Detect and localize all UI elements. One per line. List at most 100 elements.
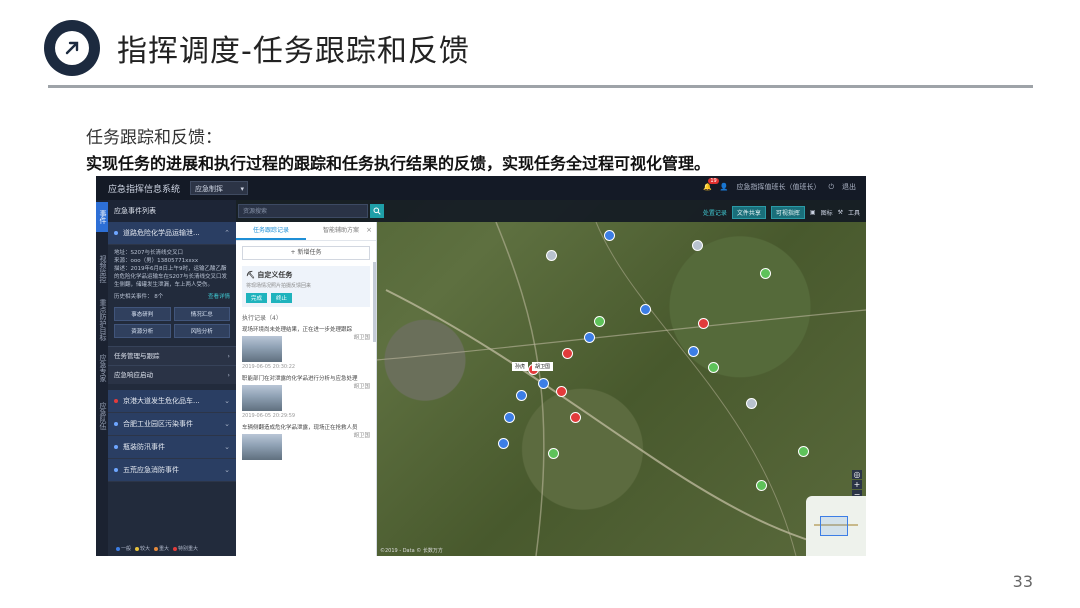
zoom-in-button[interactable]: + (852, 480, 862, 489)
chevron-up-icon: ⌃ (224, 229, 230, 237)
search-button[interactable] (370, 204, 384, 218)
icon-button[interactable]: 图标 (821, 208, 833, 217)
event-title: 五荒应急消防事件 (123, 466, 179, 474)
visual-command-button[interactable]: 可视指挥 (770, 206, 805, 219)
user-name[interactable]: 应急指挥值班长（值班长） (736, 182, 820, 192)
legend-item: 重大 (154, 545, 169, 552)
map-marker-icon[interactable] (798, 446, 809, 457)
record-author: 胡卫国 (353, 433, 370, 439)
event-sidebar: 应急事件列表 道路危险化学品运输泄... ⌃ 地址：S207与长清线交叉口 来源：… (108, 200, 236, 556)
map-marker-icon[interactable] (604, 230, 615, 241)
map-marker-icon[interactable] (746, 398, 757, 409)
terminate-button[interactable]: 终止 (271, 293, 293, 303)
tab-task-records[interactable]: 任务跟踪记录 (236, 222, 306, 240)
records-header: 执行记录（4） (242, 315, 282, 322)
vtab-event[interactable]: 事件 (96, 202, 108, 232)
map-marker-icon[interactable] (570, 412, 581, 423)
file-share-button[interactable]: 文件共享 (731, 206, 766, 219)
list-item[interactable]: 职能部门在对泄露的化学品进行分析与应急处理 胡卫国 2019-06-05 20:… (242, 375, 370, 420)
status-dot (114, 445, 118, 449)
record-photo[interactable] (242, 434, 282, 460)
task-icon: ⛏ (246, 271, 258, 279)
chevron-right-icon: › (227, 352, 230, 360)
record-photo[interactable] (242, 336, 282, 362)
map-marker-icon[interactable] (692, 240, 703, 251)
mode-select-value: 应急制挥 (195, 185, 223, 193)
history-link[interactable]: 查看详情 (208, 293, 230, 301)
event-source: 来源：ooo（男）13805771xxxx (114, 258, 199, 264)
vtab-video[interactable]: 视频监控 (96, 250, 108, 288)
logout-link[interactable]: 退出 (842, 182, 856, 192)
map-toolbar: 资源搜索 处置记录 文件共享 可视指挥 ▣ 图标 ⚒ 工具 (236, 200, 866, 222)
chevron-down-icon: ⌄ (224, 397, 230, 405)
event-title: 道路危险化学品运输泄... (123, 229, 200, 237)
situation-button[interactable]: 事态研判 (114, 307, 171, 321)
user-icon: 👤 (719, 183, 729, 191)
map-marker-icon[interactable] (594, 316, 605, 327)
chevron-down-icon: ▾ (240, 185, 244, 193)
status-dot (114, 399, 118, 403)
app-title: 应急指挥信息系统 (108, 185, 181, 195)
complete-button[interactable]: 完成 (246, 293, 268, 303)
event-item[interactable]: 合肥工业园区污染事件 ⌄ (108, 413, 236, 436)
section-response[interactable]: 应急响应启动 › (108, 365, 236, 384)
record-time: 2019-06-05 20:30:22 (242, 364, 296, 370)
map-marker-icon[interactable] (498, 438, 509, 449)
map-marker-icon[interactable] (688, 346, 699, 357)
section-task-tracking[interactable]: 任务管理与跟踪 › (108, 346, 236, 365)
map-marker-icon[interactable] (548, 448, 559, 459)
map-marker-icon[interactable] (562, 348, 573, 359)
legend-item: 一般 (116, 545, 131, 552)
vtab-targets[interactable]: 重点防护目标 (96, 298, 108, 342)
vtab-experts[interactable]: 应急专家 (96, 350, 108, 386)
event-item[interactable]: 京港大道发生危化品车... ⌄ (108, 390, 236, 413)
summary-button[interactable]: 情况汇总 (173, 307, 230, 321)
legend-item: 较大 (135, 545, 150, 552)
section-label: 任务管理与跟踪 (114, 352, 160, 360)
list-item[interactable]: 现场环境尚未处理结果，正在进一步处理跟踪 胡卫国 2019-06-05 20:3… (242, 326, 370, 371)
resource-search-input[interactable]: 资源搜索 (238, 204, 368, 218)
close-icon[interactable]: × (366, 226, 372, 234)
minimap-viewport[interactable] (820, 516, 848, 536)
map-person-label: 胡卫国 (532, 362, 554, 371)
mode-select[interactable]: 应急制挥 ▾ (190, 181, 248, 195)
tools-icon: ⚒ (837, 209, 843, 216)
map-marker-icon[interactable] (698, 318, 709, 329)
satellite-map[interactable]: 资源搜索 处置记录 文件共享 可视指挥 ▣ 图标 ⚒ 工具 任务跟踪记录 智能辅… (236, 200, 866, 556)
bell-icon[interactable]: 🔔 19 (703, 178, 719, 191)
resource-button[interactable]: 资源分析 (114, 324, 171, 338)
locate-icon[interactable]: ◎ (852, 470, 862, 479)
map-marker-icon[interactable] (708, 362, 719, 373)
map-marker-icon[interactable] (640, 304, 651, 315)
vtab-teams[interactable]: 应急队伍 (96, 396, 108, 436)
map-marker-icon[interactable] (760, 268, 771, 279)
tools-button[interactable]: 工具 (848, 208, 860, 217)
map-marker-icon[interactable] (756, 480, 767, 491)
map-marker-icon[interactable] (556, 386, 567, 397)
event-item[interactable]: 五荒应急消防事件 ⌄ (108, 459, 236, 482)
chevron-down-icon: ⌄ (224, 443, 230, 451)
map-marker-icon[interactable] (538, 378, 549, 389)
disposal-record-link[interactable]: 处置记录 (703, 208, 727, 217)
map-marker-icon[interactable] (516, 390, 527, 401)
record-author: 胡卫国 (353, 335, 370, 341)
topbar-right: 🔔 19 👤 应急指挥值班长（值班长） ⏻ 退出 (703, 178, 856, 192)
add-task-button[interactable]: + 新增任务 (242, 246, 370, 260)
record-text: 职能部门在对泄露的化学品进行分析与应急处理 (242, 376, 358, 382)
search-icon (373, 207, 381, 215)
task-tracking-panel: 任务跟踪记录 智能辅助方案 × + 新增任务 ⛏ 自定义任务 将现场情况照片拍摄… (236, 222, 377, 556)
map-marker-icon[interactable] (546, 250, 557, 261)
scrollbar[interactable] (373, 262, 376, 342)
risk-button[interactable]: 风险分析 (173, 324, 230, 338)
map-copyright: ©2019 - Data © 长数万方 (380, 548, 443, 554)
map-marker-icon[interactable] (584, 332, 595, 343)
map-marker-icon[interactable] (504, 412, 515, 423)
history-row: 历史相关事件： 8个 查看详情 (114, 293, 230, 301)
minimap[interactable] (806, 496, 866, 556)
event-item[interactable]: 瓶装防汛事件 ⌄ (108, 436, 236, 459)
notification-badge: 19 (708, 178, 719, 184)
record-photo[interactable] (242, 385, 282, 411)
list-item[interactable]: 车辆侧翻造成危化学品泄露，现场正在抢救人员 胡卫国 (242, 424, 370, 460)
event-item-active[interactable]: 道路危险化学品运输泄... ⌃ (108, 222, 236, 245)
event-title: 瓶装防汛事件 (123, 443, 165, 451)
